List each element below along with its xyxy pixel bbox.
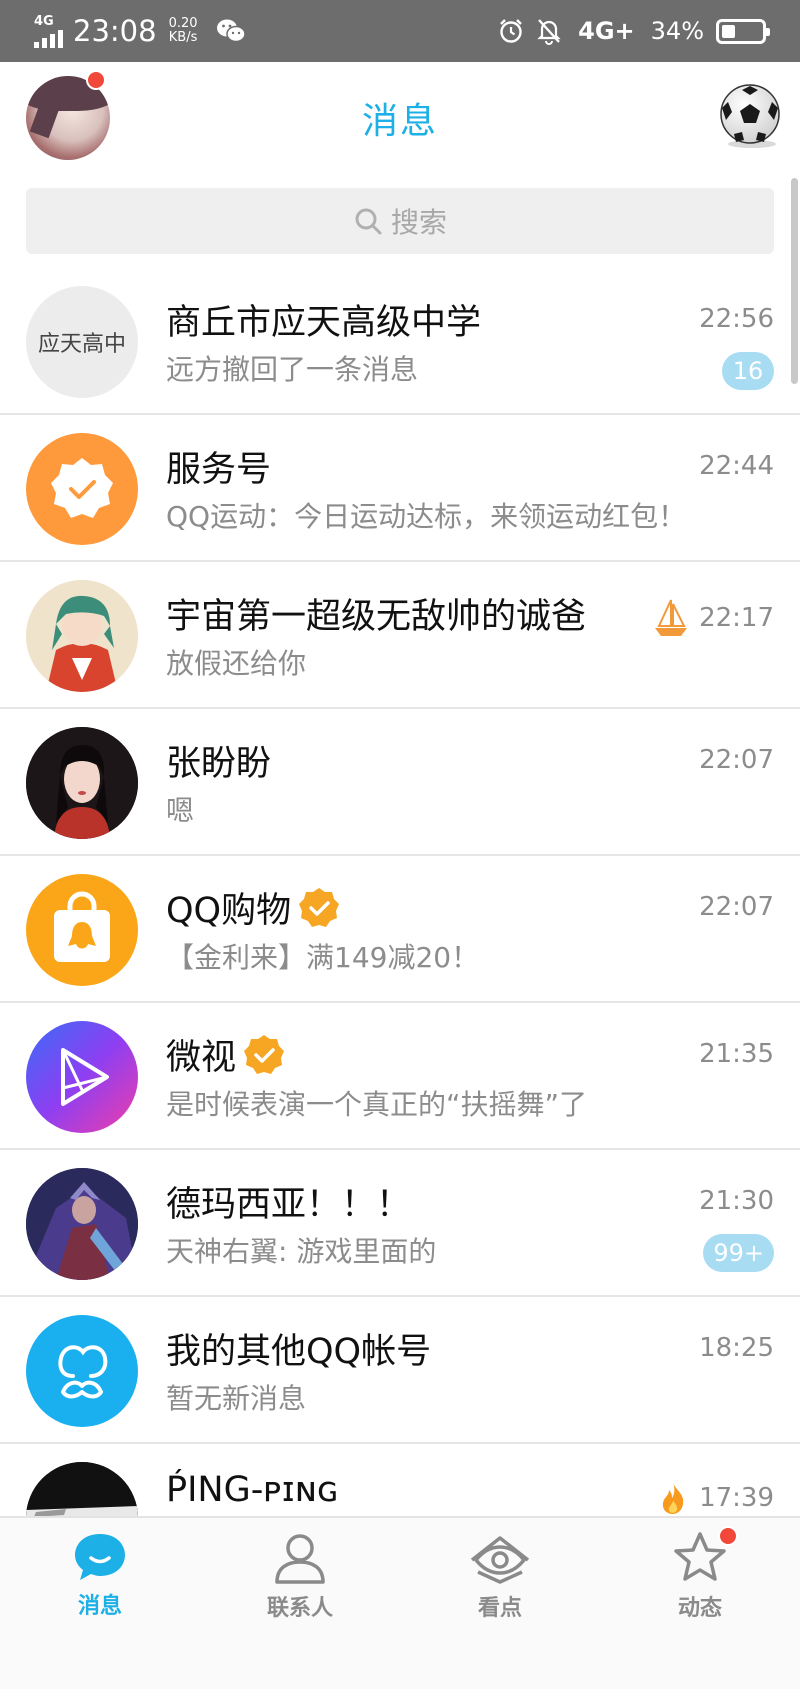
qq-shopping-avatar [26,874,138,986]
tab-messages[interactable]: 消息 [0,1518,200,1689]
unread-badge: 16 [722,352,774,390]
contact-avatar [26,1462,138,1516]
conversation-name: ṔING-ᴘɪɴɢ [166,1470,339,1510]
conversation-preview: 【金利来】满149减20！ [166,941,480,974]
speed-value: 0.20 [168,16,198,31]
conversation-name: 张盼盼 [166,744,272,784]
weishi-avatar [26,1021,138,1133]
conversation-name: 微视 [166,1038,237,1078]
contacts-person-icon [275,1534,325,1584]
header: 消息 [0,62,800,174]
conversation-item[interactable]: 德玛西亚！！！ 天神右翼: 游戏里面的 21:30 99+ [0,1150,800,1297]
verified-badge-icon [297,886,341,930]
conversation-name: 我的其他QQ帐号 [166,1332,432,1372]
conversation-preview: QQ运动：今日运动达标，来领运动红包！ [166,500,687,533]
conversation-item[interactable]: ṔING-ᴘɪɴɢ 17:39 [0,1444,800,1516]
conversation-name: 商丘市应天高级中学 [166,303,482,343]
signal-bars-icon [34,29,63,48]
conversation-preview: 是时候表演一个真正的“扶摇舞”了 [166,1088,588,1121]
conversation-item[interactable]: 应天高中 商丘市应天高级中学 远方撤回了一条消息 22:56 16 [0,268,800,415]
conversation-time: 22:56 [699,304,774,334]
silent-bell-icon [536,17,562,45]
wechat-icon [216,18,246,44]
eye-icon [470,1536,530,1584]
conversation-list: 应天高中 商丘市应天高级中学 远方撤回了一条消息 22:56 16 服务号 QQ… [0,268,800,1516]
conversation-name: 宇宙第一超级无敌帅的诚爸 [166,597,587,637]
battery-icon [716,18,770,44]
service-account-avatar [26,433,138,545]
battery-percent: 34% [650,17,704,45]
unread-badge: 99+ [703,1234,774,1272]
conversation-time: 21:30 [699,1186,774,1216]
conversation-item[interactable]: 张盼盼 嗯 22:07 [0,709,800,856]
bottom-tab-bar: 消息 联系人 看点 动态 [0,1516,800,1689]
status-bar: 4G 23:08 0.20 KB/s 4G+ 34% [0,0,800,62]
tab-feeds[interactable]: 动态 [600,1518,800,1689]
verified-badge-icon [242,1033,286,1077]
other-accounts-avatar [26,1315,138,1427]
group-avatar: 应天高中 [26,286,138,398]
conversation-time: 22:07 [699,745,774,775]
conversation-preview: 暂无新消息 [166,1382,307,1415]
tab-label: 联系人 [266,1596,333,1621]
flame-icon [659,1480,687,1516]
conversation-time: 17:39 [699,1483,774,1513]
search-icon [355,208,382,235]
conversation-time: 22:17 [699,603,774,633]
conversation-name: 服务号 [166,450,272,490]
search-placeholder: 搜索 [390,206,447,239]
conversation-preview: 放假还给你 [166,647,307,680]
accounts-icon [58,1345,108,1399]
page-title: 消息 [361,101,438,142]
network-type-right: 4G+ [578,17,635,45]
conversation-item[interactable]: QQ购物 【金利来】满149减20！ 22:07 [0,856,800,1003]
conversation-item[interactable]: 服务号 QQ运动：今日运动达标，来领运动红包！ 22:44 [0,415,800,562]
play-icon [61,1048,109,1106]
network-speed: 0.20 KB/s [169,17,198,45]
tab-kandian[interactable]: 看点 [400,1518,600,1689]
message-bubble-icon [75,1534,125,1580]
battery-level-fill [722,24,735,38]
shopping-bag-icon [54,891,110,962]
conversation-preview: 远方撤回了一条消息 [166,353,419,386]
signal-indicator: 4G [34,15,63,48]
tab-contacts[interactable]: 联系人 [200,1518,400,1689]
group-avatar [26,1168,138,1280]
status-time: 23:08 [73,14,157,48]
network-type-label: 4G [34,13,54,29]
conversation-time: 21:35 [699,1039,774,1069]
conversation-item[interactable]: 微视 是时候表演一个真正的“扶摇舞”了 21:35 [0,1003,800,1150]
sailboat-icon [653,598,689,638]
conversation-name: 德玛西亚！！！ [166,1185,412,1225]
contact-avatar [26,727,138,839]
conversation-time: 18:25 [699,1333,774,1363]
tab-label: 消息 [77,1594,122,1619]
group-avatar-text: 应天高中 [37,332,126,357]
alarm-icon [498,18,524,44]
tab-label: 动态 [677,1596,722,1621]
tab-label: 看点 [477,1596,522,1621]
contact-avatar [26,580,138,692]
conversation-preview: 嗯 [166,794,195,827]
speed-unit: KB/s [168,30,198,45]
conversation-item[interactable]: 我的其他QQ帐号 暂无新消息 18:25 [0,1297,800,1444]
badge-check-icon [51,458,113,518]
conversation-preview: 天神右翼: 游戏里面的 [166,1235,437,1268]
avatar-notification-dot [86,70,106,90]
conversation-item[interactable]: 宇宙第一超级无敌帅的诚爸 放假还给你 22:17 [0,562,800,709]
search-bar[interactable]: 搜索 [26,188,774,254]
conversation-name: QQ购物 [166,891,292,931]
soccer-ball-icon[interactable] [716,82,784,150]
conversation-time: 22:44 [699,451,774,481]
conversation-time: 22:07 [699,892,774,922]
feeds-notification-dot [718,1526,738,1546]
